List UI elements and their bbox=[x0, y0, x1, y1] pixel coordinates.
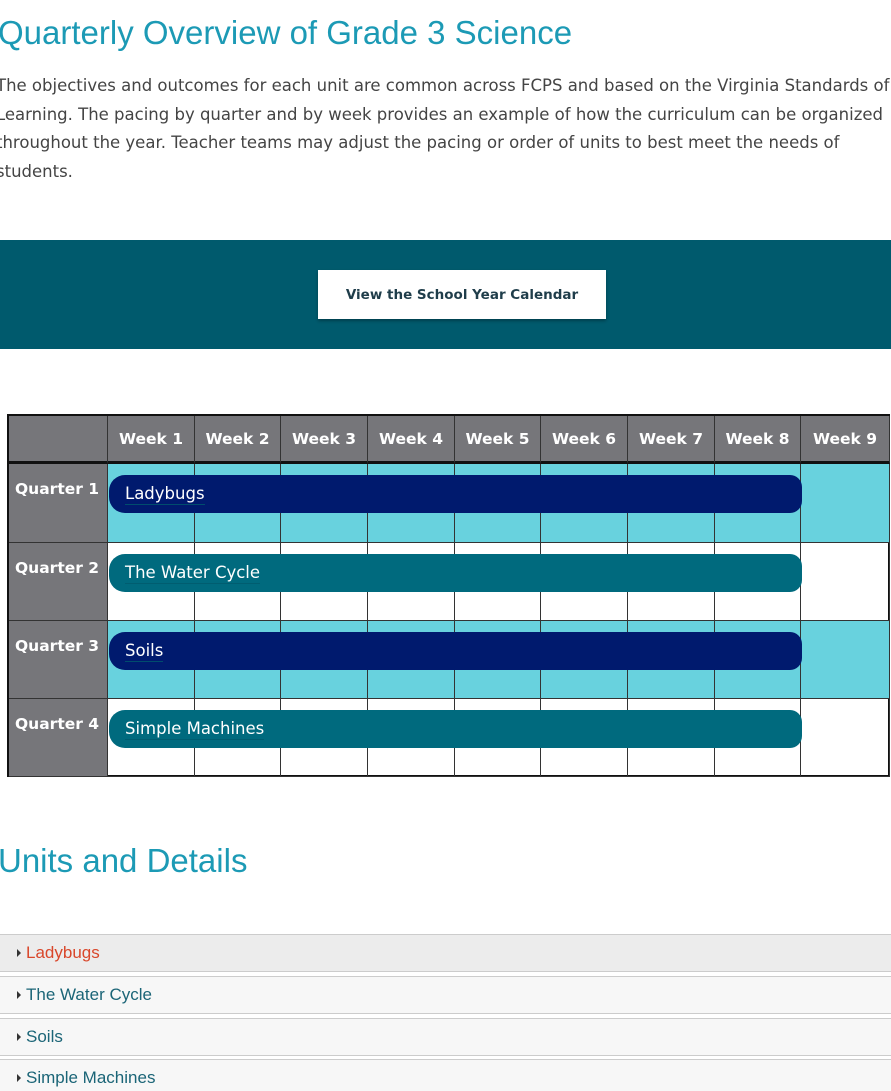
quarter-label: Quarter 3 bbox=[9, 621, 108, 699]
accordion-label: Soils bbox=[26, 1027, 63, 1046]
week-header: Week 7 bbox=[628, 416, 715, 464]
week-header: Week 5 bbox=[455, 416, 541, 464]
unit-link[interactable]: Simple Machines bbox=[125, 719, 265, 740]
unit-link[interactable]: The Water Cycle bbox=[125, 563, 261, 584]
accordion-label: Simple Machines bbox=[26, 1068, 156, 1087]
accordion-item[interactable]: Soils bbox=[0, 1018, 891, 1056]
week-header: Week 8 bbox=[715, 416, 801, 464]
quarter-label: Quarter 2 bbox=[9, 543, 108, 621]
week-cell bbox=[801, 464, 890, 543]
unit-bar[interactable]: Simple Machines bbox=[109, 710, 802, 748]
week-header: Week 9 bbox=[801, 416, 890, 464]
intro-text: The objectives and outcomes for each uni… bbox=[0, 76, 890, 181]
week-header: Week 2 bbox=[195, 416, 281, 464]
accordion-item[interactable]: Simple Machines bbox=[0, 1059, 891, 1091]
week-header: Week 6 bbox=[541, 416, 628, 464]
week-cell bbox=[801, 621, 890, 699]
accordion-label: Ladybugs bbox=[26, 943, 100, 962]
page-title: Quarterly Overview of Grade 3 Science bbox=[0, 14, 573, 51]
unit-bar[interactable]: Soils bbox=[109, 632, 802, 670]
week-cell bbox=[801, 699, 890, 777]
caret-right-icon bbox=[17, 991, 21, 999]
quarter-label: Quarter 1 bbox=[9, 464, 108, 543]
units-heading: Units and Details bbox=[0, 842, 248, 879]
accordion-label: The Water Cycle bbox=[26, 985, 152, 1004]
view-calendar-button[interactable]: View the School Year Calendar bbox=[318, 270, 606, 319]
week-header: Week 1 bbox=[108, 416, 195, 464]
unit-link[interactable]: Ladybugs bbox=[125, 484, 205, 505]
calendar-banner: View the School Year Calendar bbox=[0, 240, 891, 349]
week-header: Week 4 bbox=[368, 416, 455, 464]
accordion-item[interactable]: Ladybugs bbox=[0, 934, 891, 972]
accordion-item[interactable]: The Water Cycle bbox=[0, 976, 891, 1014]
pacing-table: Week 1 Week 2 Week 3 Week 4 Week 5 Week 6 Week… bbox=[7, 414, 890, 777]
caret-right-icon bbox=[17, 1074, 21, 1082]
week-cell bbox=[801, 543, 890, 621]
quarter-label: Quarter 4 bbox=[9, 699, 108, 777]
caret-right-icon bbox=[17, 949, 21, 957]
header-corner bbox=[9, 416, 108, 464]
unit-link[interactable]: Soils bbox=[125, 641, 164, 662]
unit-bar[interactable]: Ladybugs bbox=[109, 475, 802, 513]
unit-bar[interactable]: The Water Cycle bbox=[109, 554, 802, 592]
caret-right-icon bbox=[17, 1033, 21, 1041]
week-header: Week 3 bbox=[281, 416, 368, 464]
